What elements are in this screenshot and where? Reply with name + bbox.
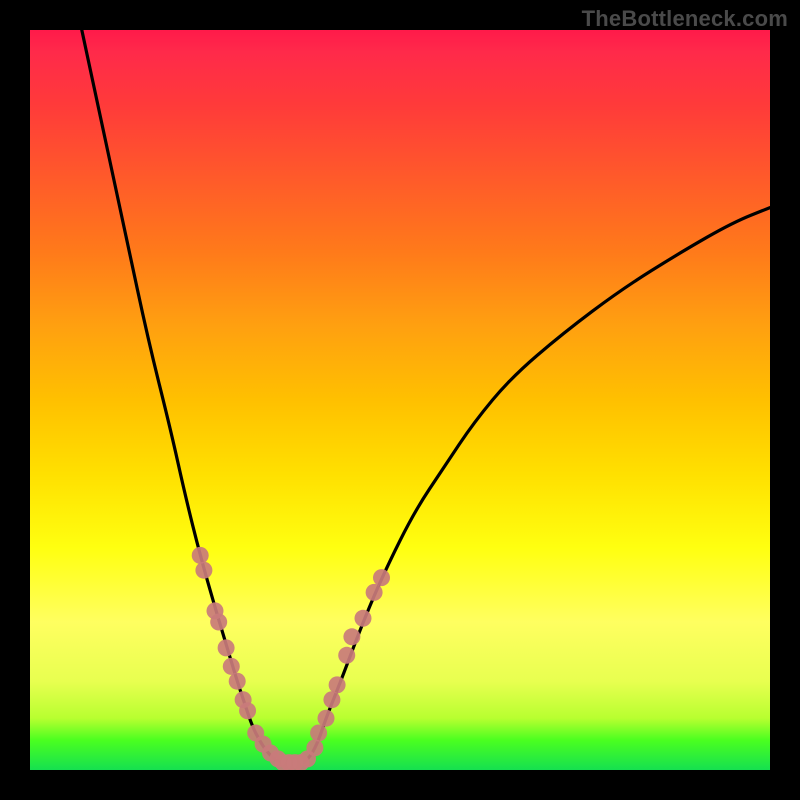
- watermark-text: TheBottleneck.com: [582, 6, 788, 32]
- data-marker: [239, 702, 256, 719]
- curves-svg: [30, 30, 770, 770]
- data-marker: [210, 614, 227, 631]
- line-left: [82, 30, 282, 763]
- data-marker: [229, 673, 246, 690]
- markers-valley: [275, 754, 310, 770]
- data-marker: [329, 676, 346, 693]
- data-marker: [366, 584, 383, 601]
- data-marker: [223, 658, 240, 675]
- data-marker: [373, 569, 390, 586]
- chart-outer-frame: TheBottleneck.com: [0, 0, 800, 800]
- data-marker: [343, 628, 360, 645]
- data-marker: [218, 639, 235, 656]
- data-marker: [195, 562, 212, 579]
- data-marker: [355, 610, 372, 627]
- data-marker: [323, 691, 340, 708]
- data-marker: [338, 647, 355, 664]
- data-marker: [192, 547, 209, 564]
- line-right: [304, 208, 770, 763]
- data-marker: [318, 710, 335, 727]
- data-marker: [306, 739, 323, 756]
- plot-area: [30, 30, 770, 770]
- data-marker: [310, 725, 327, 742]
